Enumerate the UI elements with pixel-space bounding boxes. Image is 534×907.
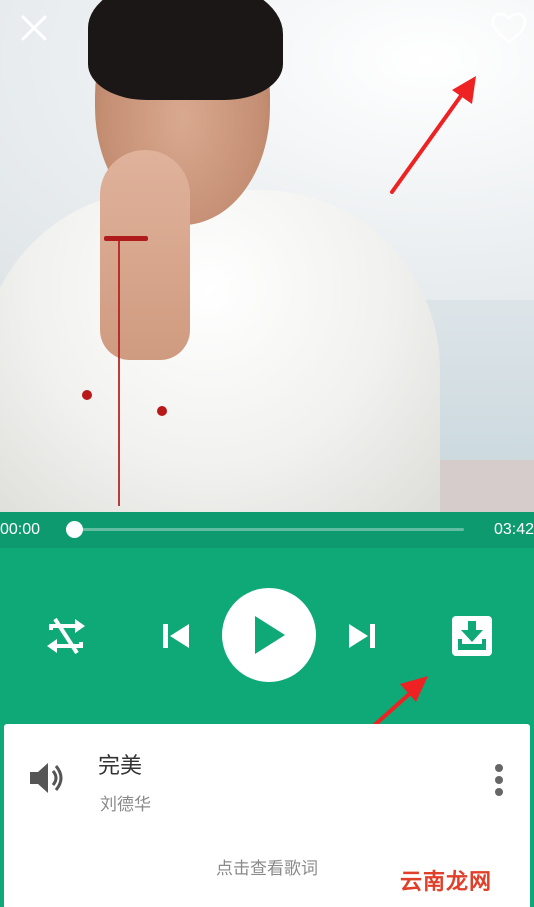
song-title: 完美 — [98, 754, 143, 779]
close-button[interactable] — [18, 12, 50, 44]
volume-button[interactable] — [24, 756, 68, 800]
art-red-thread-knot — [104, 236, 148, 241]
more-vertical-icon — [495, 764, 503, 796]
seek-track[interactable] — [74, 528, 464, 531]
current-time: 00:00 — [0, 521, 41, 538]
play-button[interactable] — [222, 588, 316, 682]
skip-previous-icon — [163, 624, 189, 648]
seek-thumb[interactable] — [66, 521, 83, 538]
play-icon — [255, 616, 285, 654]
volume-icon — [30, 763, 63, 793]
art-hands — [100, 150, 190, 360]
download-icon — [452, 616, 492, 656]
more-options-button[interactable] — [484, 760, 514, 800]
art-cufflink — [157, 406, 167, 416]
next-button[interactable] — [340, 614, 384, 658]
art-hair — [88, 0, 283, 100]
art-cufflink — [82, 390, 92, 400]
close-icon — [21, 15, 47, 41]
playback-controls — [0, 548, 534, 724]
repeat-off-icon — [47, 617, 85, 655]
skip-next-icon — [349, 624, 375, 648]
now-playing-card: 完美 刘德华 点击查看歌词 云南龙网 — [4, 724, 530, 907]
heart-outline-icon — [491, 12, 527, 44]
art-jacket — [0, 190, 440, 512]
watermark-logo: 云南龙网 — [400, 870, 493, 895]
art-red-thread — [118, 236, 120, 506]
total-time: 03:42 — [493, 521, 534, 538]
favorite-button[interactable] — [488, 8, 530, 48]
previous-button[interactable] — [154, 614, 198, 658]
repeat-button[interactable] — [40, 610, 92, 662]
progress-bar: 00:00 03:42 — [0, 512, 534, 548]
album-art — [0, 0, 534, 512]
download-button[interactable] — [446, 610, 498, 662]
artist-name: 刘德华 — [100, 795, 151, 815]
